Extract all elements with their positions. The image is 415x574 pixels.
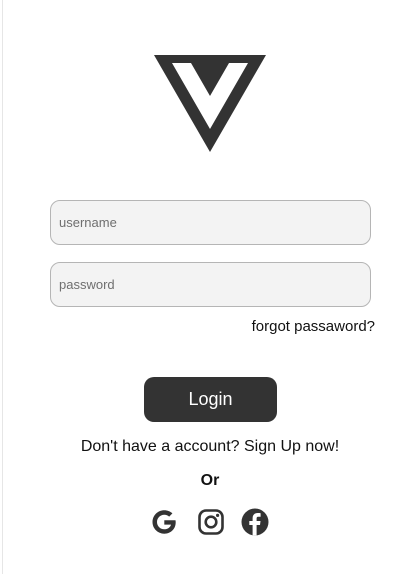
- instagram-icon[interactable]: [195, 506, 227, 538]
- signup-link[interactable]: Don't have a account? Sign Up now!: [0, 438, 415, 456]
- google-icon[interactable]: [148, 506, 180, 538]
- forgot-password-link[interactable]: forgot passaword?: [252, 318, 375, 335]
- login-page: forgot passaword? Login Don't have a acc…: [0, 0, 415, 574]
- logo-icon: [154, 55, 266, 152]
- facebook-icon[interactable]: [239, 506, 271, 538]
- or-divider-label: Or: [200, 472, 220, 489]
- login-button[interactable]: Login: [144, 377, 277, 422]
- username-input[interactable]: [50, 200, 371, 245]
- password-input[interactable]: [50, 262, 371, 307]
